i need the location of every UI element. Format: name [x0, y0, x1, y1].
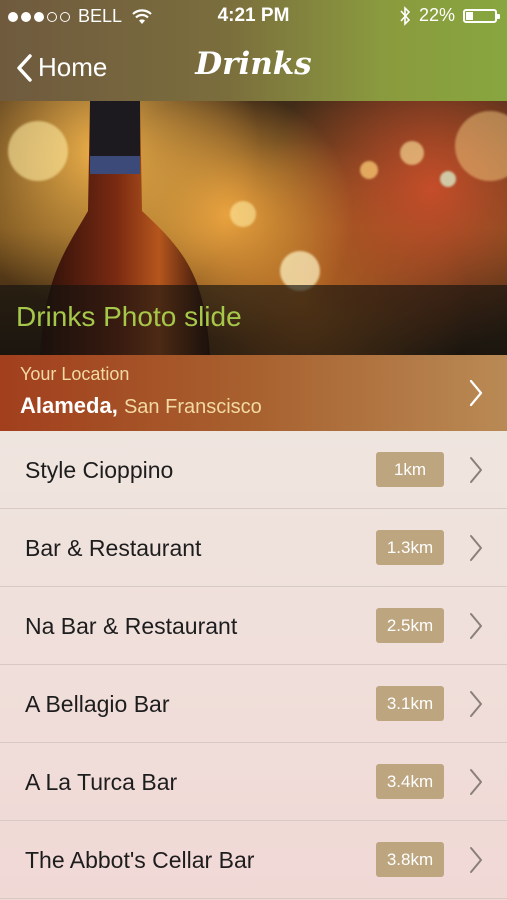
chevron-right-icon	[469, 379, 483, 407]
list-item-name: A La Turca Bar	[25, 769, 178, 795]
nav-bar: Home Drinks	[0, 38, 507, 98]
app-screen: BELL 4:21 PM 22% Home Drinks Drinks Phot…	[0, 0, 507, 900]
location-region: San Franscisco	[123, 396, 262, 418]
distance-badge: 3.4km	[376, 764, 444, 799]
distance-badge: 1.3km	[376, 530, 444, 565]
list-item[interactable]: The Abbot's Cellar Bar 3.8km	[0, 821, 507, 899]
chevron-right-icon	[470, 691, 482, 717]
list-item[interactable]: Na Bar & Restaurant 2.5km	[0, 587, 507, 665]
distance-badge: 2.5km	[376, 608, 444, 643]
list-item-name: A Bellagio Bar	[25, 691, 170, 717]
distance-badge: 3.8km	[376, 842, 444, 877]
chevron-right-icon	[470, 457, 482, 483]
photo-caption: Drinks Photo slide	[16, 301, 242, 332]
location-value: Alameda, San Franscisco	[20, 393, 262, 419]
status-bar: BELL 4:21 PM 22%	[0, 0, 507, 32]
chevron-right-icon	[470, 769, 482, 795]
list-item-name: The Abbot's Cellar Bar	[25, 847, 255, 873]
distance-badge: 1km	[376, 452, 444, 487]
photo-caption-bar: Drinks Photo slide	[0, 285, 507, 355]
list-item[interactable]: A La Turca Bar 3.4km	[0, 743, 507, 821]
chevron-right-icon	[470, 847, 482, 873]
page-title: Drinks	[195, 46, 312, 82]
location-label: Your Location	[20, 364, 130, 384]
list-item[interactable]: Bar & Restaurant 1.3km	[0, 509, 507, 587]
list-item[interactable]: Style Cioppino 1km	[0, 431, 507, 509]
bar-list: Style Cioppino 1km Bar & Restaurant 1.3k…	[0, 431, 507, 900]
chevron-right-icon	[470, 535, 482, 561]
status-right: 22%	[399, 5, 500, 26]
chevron-right-icon	[470, 613, 482, 639]
photo-slide[interactable]: Drinks Photo slide	[0, 101, 507, 355]
battery-percent: 22%	[418, 5, 455, 25]
location-city: Alameda,	[20, 393, 118, 418]
location-selector[interactable]: Your Location Alameda, San Franscisco	[0, 355, 507, 431]
list-item-name: Bar & Restaurant	[25, 535, 202, 561]
header: BELL 4:21 PM 22% Home Drinks	[0, 0, 507, 101]
battery-icon	[463, 8, 500, 23]
bluetooth-icon	[400, 5, 411, 26]
list-item[interactable]: A Bellagio Bar 3.1km	[0, 665, 507, 743]
list-item-name: Style Cioppino	[25, 457, 174, 483]
list-item-name: Na Bar & Restaurant	[25, 613, 238, 639]
battery-level	[466, 11, 473, 20]
distance-badge: 3.1km	[376, 686, 444, 721]
